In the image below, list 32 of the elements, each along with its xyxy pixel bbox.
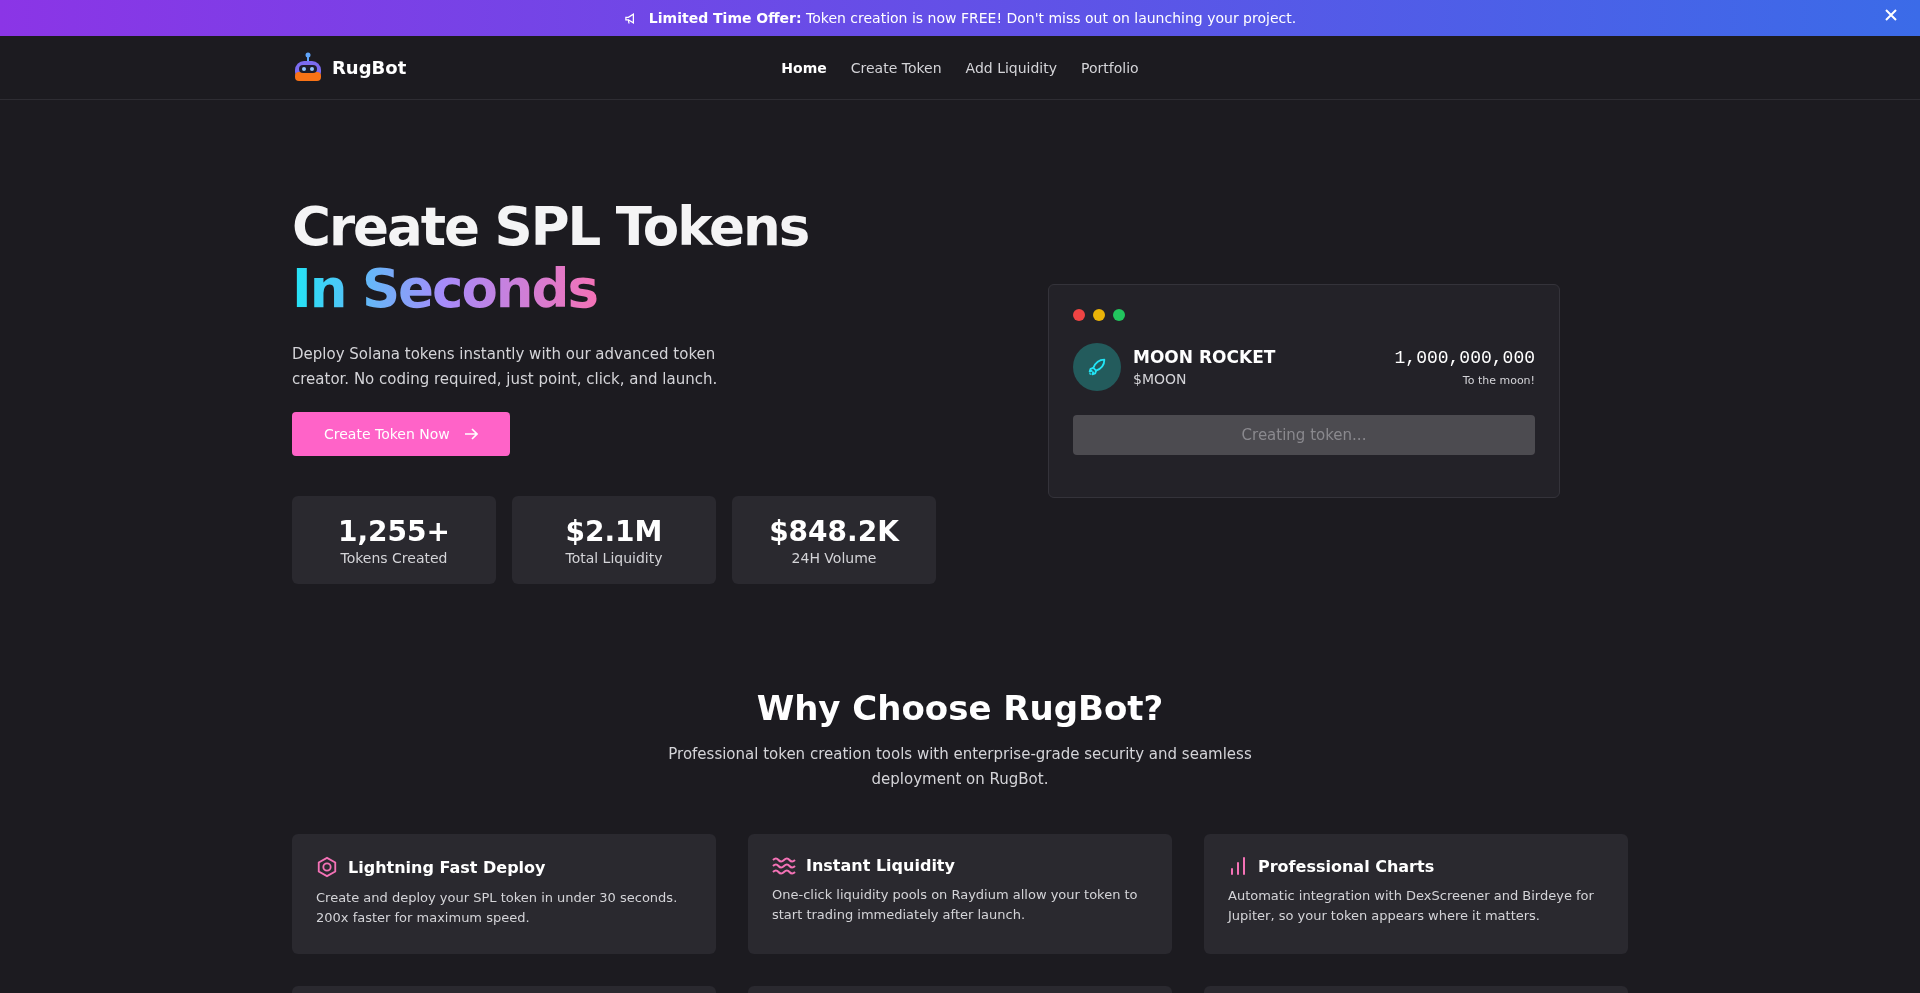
close-button[interactable] (1884, 8, 1898, 22)
hero-description: Deploy Solana tokens instantly with our advanced token creator. No coding required, just point, click, and launch. (292, 344, 719, 390)
feature-description: Automatic integration with DexScreener and Birdeye for Jupiter, so your token appears where it matters. (1228, 887, 1595, 925)
section-title: Why Choose RugBot? (756, 688, 1164, 728)
arrow-right-icon (463, 427, 478, 441)
rocket-icon (1073, 343, 1121, 391)
stat-label: Total Liquidity (565, 549, 663, 566)
token-supply: 1,000,000,000 (1394, 347, 1535, 368)
nav-link[interactable]: Home (781, 59, 827, 76)
feature-title: Lightning Fast Deploy (348, 857, 546, 877)
bar-chart-icon (1228, 856, 1248, 876)
token-tagline: To the moon! (1462, 373, 1535, 387)
brand-logo[interactable]: RugBot (292, 51, 407, 84)
stat-value: $2.1M (565, 514, 663, 548)
hexagon-icon (316, 856, 338, 878)
feature-title: Instant Liquidity (806, 856, 955, 875)
nav-link[interactable]: Portfolio (1081, 59, 1139, 76)
nav-link[interactable]: Create Token (850, 59, 942, 76)
stat-label: Tokens Created (340, 549, 448, 566)
banner-text: Limited Time Offer: Token creation is now FREE! Don't miss out on launching your project. (648, 10, 1297, 26)
nav-link[interactable]: Add Liquidity (965, 59, 1058, 76)
stat-label: 24H Volume (791, 549, 877, 566)
feature-description: Create and deploy your SPL token in under 30 seconds. 200x faster for maximum speed. (316, 889, 679, 927)
waves-icon (772, 856, 796, 875)
stat-value: 1,255+ (338, 514, 450, 548)
stat-value: $848.2K (769, 514, 899, 548)
token-symbol: $MOON (1133, 371, 1188, 387)
hero-title: Create SPL Tokens (292, 196, 810, 258)
feature-description: One-click liquidity pools on Raydium allow your token to start trading immediately after launch. (772, 886, 1139, 924)
section-subtitle: Professional token creation tools with enterprise-grade security and seamless deployment on RugBot. (667, 744, 1253, 790)
token-name: MOON ROCKET (1133, 347, 1276, 367)
feature-title: Professional Charts (1258, 856, 1435, 876)
